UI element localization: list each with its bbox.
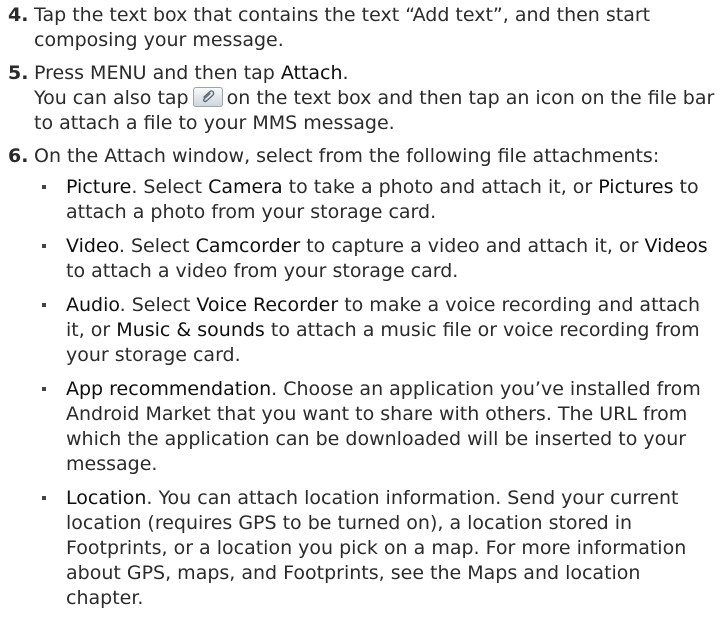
paperclip-attach-icon — [192, 87, 223, 107]
attachment-options-list: Picture. Select Camera to take a photo a… — [34, 175, 723, 611]
option-video: Video. Select Camcorder to capture a vid… — [34, 234, 723, 284]
option-text: . Select — [118, 235, 196, 257]
option-title: App recommendation — [66, 378, 272, 400]
step-6: 6. On the Attach window, select from the… — [0, 144, 727, 611]
step-subtext: You can also tap on the text box and then… — [34, 86, 723, 136]
step-4: 4. Tap the text box that contains the te… — [0, 3, 727, 53]
bullet — [42, 244, 46, 248]
bullet — [42, 496, 46, 500]
attach-keyword: Attach — [280, 62, 343, 84]
option-picture: Picture. Select Camera to take a photo a… — [34, 175, 723, 225]
option-title: Location — [66, 487, 147, 509]
bullet — [42, 185, 46, 189]
option-keyword: Pictures — [598, 176, 674, 198]
option-title: Video — [66, 235, 119, 257]
option-text: . You can attach location information. S… — [66, 487, 687, 609]
step-text: Press MENU and then tap Attach. — [34, 61, 723, 86]
option-audio: Audio. Select Voice Recorder to make a v… — [34, 293, 723, 368]
option-keyword: Videos — [644, 235, 708, 257]
option-keyword: Camera — [208, 176, 283, 198]
bullet — [42, 303, 46, 307]
manual-page: 4. Tap the text box that contains the te… — [0, 0, 727, 626]
option-keyword: Music & sounds — [116, 319, 265, 341]
step-text-part: . — [342, 62, 349, 84]
option-text: to capture a video and attach it, or — [300, 235, 645, 257]
step-text-part: Press MENU and then tap — [34, 62, 281, 84]
step-text-part: You can also tap — [34, 87, 189, 109]
bullet — [42, 387, 46, 391]
option-title: Picture — [66, 176, 132, 198]
step-number: 4. — [8, 4, 29, 26]
option-app-recommendation: App recommendation. Choose an applicatio… — [34, 377, 723, 477]
option-keyword: Camcorder — [195, 235, 301, 257]
step-number: 6. — [8, 145, 29, 167]
option-location: Location. You can attach location inform… — [34, 486, 723, 611]
step-5: 5. Press MENU and then tap Attach. You c… — [0, 61, 727, 136]
option-text: . Select — [131, 176, 209, 198]
option-text: to take a photo and attach it, or — [282, 176, 599, 198]
step-number: 5. — [8, 62, 29, 84]
option-text: . Select — [119, 294, 197, 316]
option-title: Audio — [66, 294, 120, 316]
option-text: to attach a video from your storage card… — [66, 260, 459, 282]
step-text: On the Attach window, select from the fo… — [34, 145, 660, 167]
option-keyword: Voice Recorder — [196, 294, 339, 316]
step-text: Tap the text box that contains the text … — [34, 4, 651, 51]
